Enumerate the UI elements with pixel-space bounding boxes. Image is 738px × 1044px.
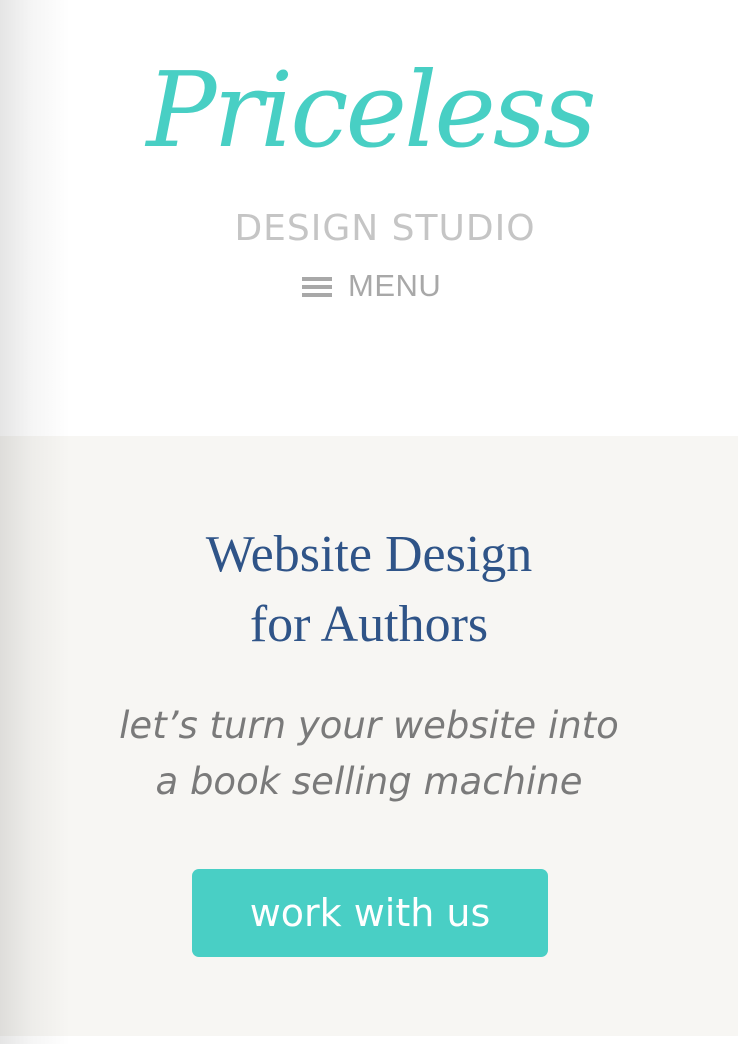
site-logo[interactable]: Priceless DESIGN STUDIO xyxy=(140,40,600,249)
site-header: Priceless DESIGN STUDIO MENU xyxy=(0,0,738,436)
hero-title-line-2: for Authors xyxy=(249,596,489,653)
hero-title: Website Design for Authors xyxy=(0,520,738,660)
logo-subtitle: DESIGN STUDIO xyxy=(234,208,536,249)
hero-tagline-line-1: let’s turn your website into xyxy=(119,704,619,747)
menu-toggle-button[interactable]: MENU xyxy=(302,266,441,306)
hero-tagline-line-2: a book selling machine xyxy=(155,760,583,803)
hero-tagline: let’s turn your website into a book sell… xyxy=(0,698,738,810)
work-with-us-button[interactable]: work with us xyxy=(192,869,548,957)
hamburger-icon xyxy=(302,277,332,299)
logo-script-text: Priceless xyxy=(146,49,596,171)
hero-title-line-1: Website Design xyxy=(205,526,533,583)
hero-section: Website Design for Authors let’s turn yo… xyxy=(0,436,738,1036)
bottom-strip xyxy=(0,1036,738,1044)
page: Priceless DESIGN STUDIO MENU Website Des… xyxy=(0,0,738,1044)
menu-label: MENU xyxy=(348,268,442,303)
